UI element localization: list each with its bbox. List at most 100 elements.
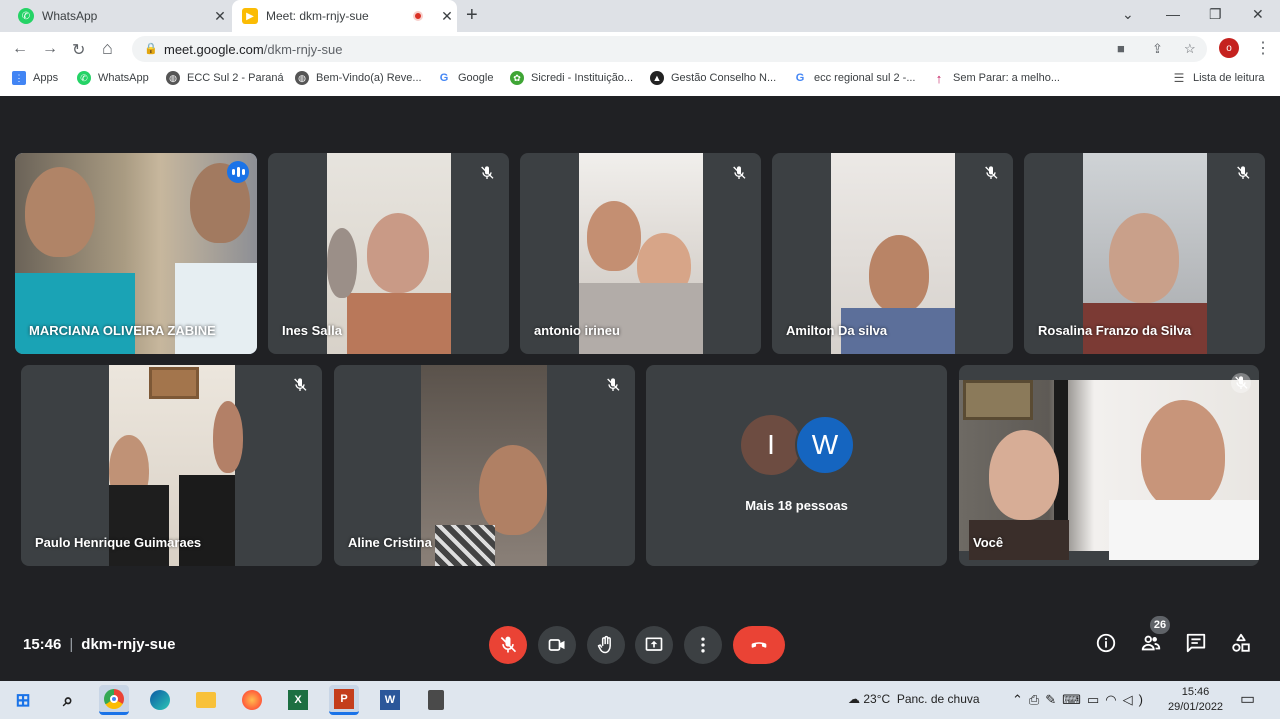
bookmark-star-icon[interactable]: ☆ <box>1184 41 1196 57</box>
chat-icon <box>1186 633 1206 653</box>
mic-off-icon <box>729 163 749 183</box>
forward-icon[interactable]: → <box>42 40 58 58</box>
reading-list[interactable]: ☰ Lista de leitura <box>1172 71 1265 85</box>
chrome-taskbar-icon[interactable] <box>99 685 129 715</box>
minimize-button[interactable]: — <box>1166 6 1180 22</box>
bookmark-google[interactable]: G Google <box>437 71 493 85</box>
more-vert-icon <box>701 637 705 653</box>
windows-start-icon[interactable]: ⊞ <box>8 685 38 715</box>
camera-toggle-button[interactable] <box>538 626 576 664</box>
system-tray-icons[interactable]: ⌃⎙✎⌨▭◠◁) <box>1012 692 1149 708</box>
gestao-icon: ▲ <box>650 71 664 85</box>
participant-initial-avatar: W <box>795 415 855 475</box>
maximize-button[interactable]: ❐ <box>1209 6 1222 23</box>
present-icon <box>645 637 663 651</box>
share-icon[interactable]: ⇪ <box>1152 41 1163 57</box>
participant-tile[interactable]: Amilton Da silva <box>772 153 1013 354</box>
people-icon <box>1141 635 1161 651</box>
close-tab-icon[interactable]: ✕ <box>210 8 230 25</box>
bookmark-whatsapp[interactable]: ✆ WhatsApp <box>77 71 149 85</box>
participant-video <box>959 380 1259 560</box>
nav-bar: ← → ↻ ⌂ 🔒 meet.google.com/dkm-rnjy-sue ■… <box>0 32 1280 66</box>
recording-icon <box>413 11 423 21</box>
weather-icon: ☁ <box>848 692 860 706</box>
participant-name: Você <box>973 535 1004 550</box>
reload-icon[interactable]: ↻ <box>72 40 85 60</box>
more-participants-label: Mais 18 pessoas <box>745 498 848 513</box>
mic-off-icon <box>477 163 497 183</box>
new-tab-button[interactable]: + <box>466 4 478 27</box>
mic-off-icon <box>1231 373 1251 393</box>
firefox-taskbar-icon[interactable] <box>237 685 267 715</box>
address-bar[interactable]: 🔒 meet.google.com/dkm-rnjy-sue ■ ⇪ ☆ <box>132 36 1207 62</box>
back-icon[interactable]: ← <box>12 40 28 58</box>
mic-off-icon <box>1233 163 1253 183</box>
url-host: meet.google.com <box>164 42 264 57</box>
whatsapp-icon: ✆ <box>77 71 91 85</box>
excel-taskbar-icon[interactable]: X <box>283 685 313 715</box>
search-icon[interactable]: ⌕ <box>53 685 83 715</box>
more-participants-tile[interactable]: I W Mais 18 pessoas <box>646 365 947 566</box>
chat-button[interactable] <box>1185 632 1207 659</box>
participant-tile[interactable]: Você <box>959 365 1259 566</box>
meet-stage: MARCIANA OLIVEIRA ZABINE Ines Salla anto… <box>0 96 1280 681</box>
tab-strip: ✆ WhatsApp ✕ ▶ Meet: dkm-rnjy-sue ✕ + ⌄ … <box>0 0 1280 32</box>
participant-tile[interactable]: MARCIANA OLIVEIRA ZABINE <box>15 153 257 354</box>
people-button[interactable] <box>1140 632 1162 659</box>
tab-whatsapp[interactable]: ✆ WhatsApp ✕ <box>8 0 230 32</box>
tab-meet[interactable]: ▶ Meet: dkm-rnjy-sue ✕ <box>232 0 457 32</box>
activities-icon <box>1232 633 1250 652</box>
mic-toggle-button[interactable] <box>489 626 527 664</box>
participant-tile[interactable]: Rosalina Franzo da Silva <box>1024 153 1265 354</box>
bookmark-sicredi[interactable]: ✿ Sicredi - Instituição... <box>510 71 633 85</box>
powerpoint-taskbar-icon[interactable]: P <box>329 685 359 715</box>
home-icon[interactable]: ⌂ <box>102 38 113 59</box>
meeting-time-and-code: 15:46 | dkm-rnjy-sue <box>23 636 176 653</box>
meeting-toolbar: 15:46 | dkm-rnjy-sue 26 <box>0 600 1280 682</box>
camera-icon <box>548 639 565 651</box>
hand-icon <box>597 635 611 654</box>
menu-icon[interactable]: ⋮ <box>1255 38 1271 58</box>
bookmark-ecc[interactable]: ◍ ECC Sul 2 - Paraná <box>166 71 284 85</box>
bookmark-apps[interactable]: ⋮ Apps <box>12 71 58 85</box>
mic-off-icon <box>981 163 1001 183</box>
file-explorer-icon[interactable] <box>191 685 221 715</box>
weather-widget[interactable]: ☁ 23°C Panc. de chuva <box>848 692 980 706</box>
bookmark-sem-parar[interactable]: ↑ Sem Parar: a melho... <box>932 71 1060 86</box>
close-tab-icon[interactable]: ✕ <box>437 8 457 25</box>
raise-hand-button[interactable] <box>587 626 625 664</box>
edge-taskbar-icon[interactable] <box>145 685 175 715</box>
taskbar-clock[interactable]: 15:46 29/01/2022 <box>1168 685 1223 715</box>
more-options-button[interactable] <box>684 626 722 664</box>
up-arrow-icon: ↑ <box>932 71 946 86</box>
notifications-icon[interactable]: ▭ <box>1240 689 1255 709</box>
google-icon: G <box>793 71 807 85</box>
participant-tile[interactable]: antonio irineu <box>520 153 761 354</box>
tab-search-icon[interactable]: ⌄ <box>1122 6 1134 23</box>
bookmarks-bar: ⋮ Apps ✆ WhatsApp ◍ ECC Sul 2 - Paraná ◍ Bem… <box>0 66 1280 92</box>
profile-avatar[interactable]: o <box>1219 38 1239 58</box>
participant-tile[interactable]: Ines Salla <box>268 153 509 354</box>
participant-name: Paulo Henrique Guimaraes <box>35 535 202 550</box>
whatsapp-icon: ✆ <box>18 8 34 24</box>
participant-tile[interactable]: Aline Cristina <box>334 365 635 566</box>
mic-off-icon <box>603 375 623 395</box>
word-taskbar-icon[interactable]: W <box>375 685 405 715</box>
calculator-taskbar-icon[interactable] <box>421 685 451 715</box>
activities-button[interactable] <box>1230 632 1252 659</box>
participant-initial-avatar: I <box>741 415 801 475</box>
globe-icon: ◍ <box>295 71 309 85</box>
participant-tile[interactable]: Paulo Henrique Guimaraes <box>21 365 322 566</box>
participant-name: Ines Salla <box>282 323 342 338</box>
bookmark-gestao[interactable]: ▲ Gestão Conselho N... <box>650 71 776 85</box>
participant-video <box>421 365 547 566</box>
end-call-button[interactable] <box>733 626 785 664</box>
camera-icon[interactable]: ■ <box>1117 41 1125 56</box>
browser-window: ✆ WhatsApp ✕ ▶ Meet: dkm-rnjy-sue ✕ + ⌄ … <box>0 0 1280 96</box>
bookmark-ecc-regional[interactable]: Gecc regional sul 2 -... <box>793 71 916 85</box>
meeting-info-button[interactable] <box>1095 632 1117 659</box>
close-window-button[interactable]: ✕ <box>1252 6 1264 23</box>
bookmark-bem-vindo[interactable]: ◍ Bem-Vindo(a) Reve... <box>295 71 422 85</box>
present-screen-button[interactable] <box>635 626 673 664</box>
mic-off-icon <box>290 375 310 395</box>
